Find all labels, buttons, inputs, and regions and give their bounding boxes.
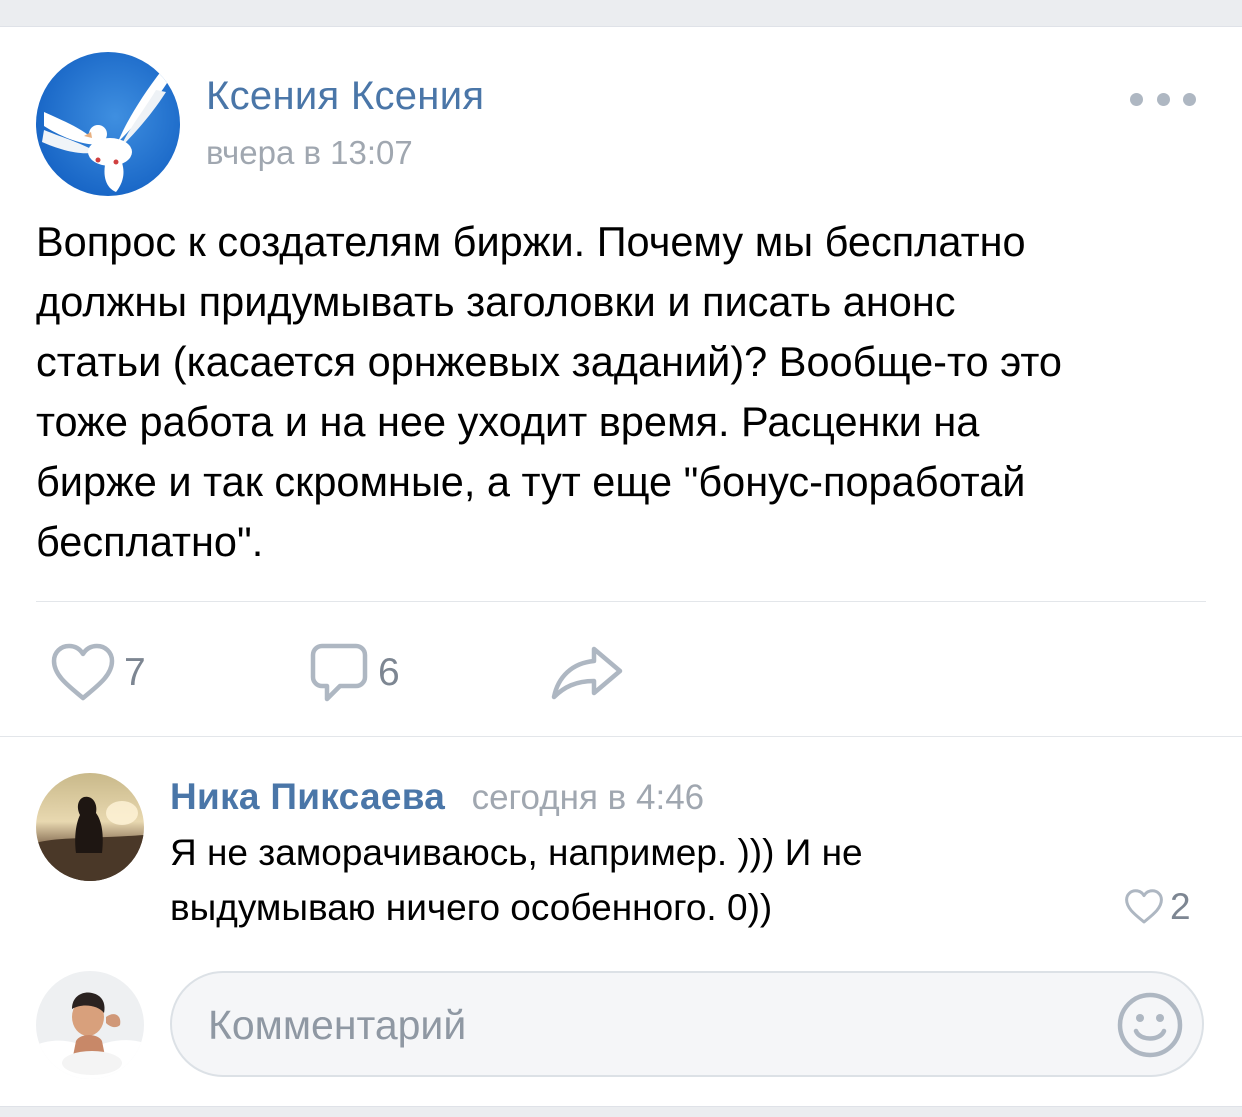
heart-icon [51,643,115,701]
comment-body-text: Я не заморачиваюсь, например. ))) И не в… [170,832,863,928]
comment-timestamp: сегодня в 4:46 [471,778,705,817]
author-avatar[interactable] [36,52,180,196]
comment-button[interactable]: 6 [308,638,400,708]
dove-avatar-image [36,52,180,196]
share-arrow-icon [551,646,623,700]
user-avatar-image [36,971,144,1079]
comment-bubble-icon [310,643,368,702]
bottom-separator-strip [0,1106,1242,1117]
top-separator-strip [0,0,1242,27]
more-dots-icon [1183,92,1196,106]
more-options-button[interactable] [1130,84,1196,114]
post-body-text: Вопрос к создателям биржи. Почему мы бес… [36,218,1063,565]
comment-composer [170,971,1204,1077]
comment-input[interactable] [206,973,1110,1077]
comment-count: 6 [378,651,400,694]
comment-header: Ника Пиксаева сегодня в 4:46 [170,776,704,818]
current-user-avatar[interactable] [36,971,144,1079]
post-timestamp: вчера в 13:07 [206,134,413,171]
comment-author-name[interactable]: Ника Пиксаева [170,776,445,817]
post-actions-bar: 7 6 [0,638,700,708]
commenter-avatar-image [36,773,144,881]
share-button[interactable] [550,638,626,708]
post-author-name[interactable]: Ксения Ксения [206,74,484,119]
comment-like-button[interactable]: 2 [1124,882,1191,932]
commenter-avatar[interactable] [36,773,144,881]
comments-separator [0,736,1242,737]
more-dots-icon [1130,92,1143,106]
post-divider [36,601,1206,602]
like-button[interactable]: 7 [50,638,146,708]
smiley-icon [1117,992,1183,1058]
heart-icon [1125,889,1163,924]
more-dots-icon [1156,92,1170,106]
comment-like-count: 2 [1170,886,1191,927]
like-count: 7 [124,651,146,694]
emoji-button[interactable] [1116,991,1184,1059]
